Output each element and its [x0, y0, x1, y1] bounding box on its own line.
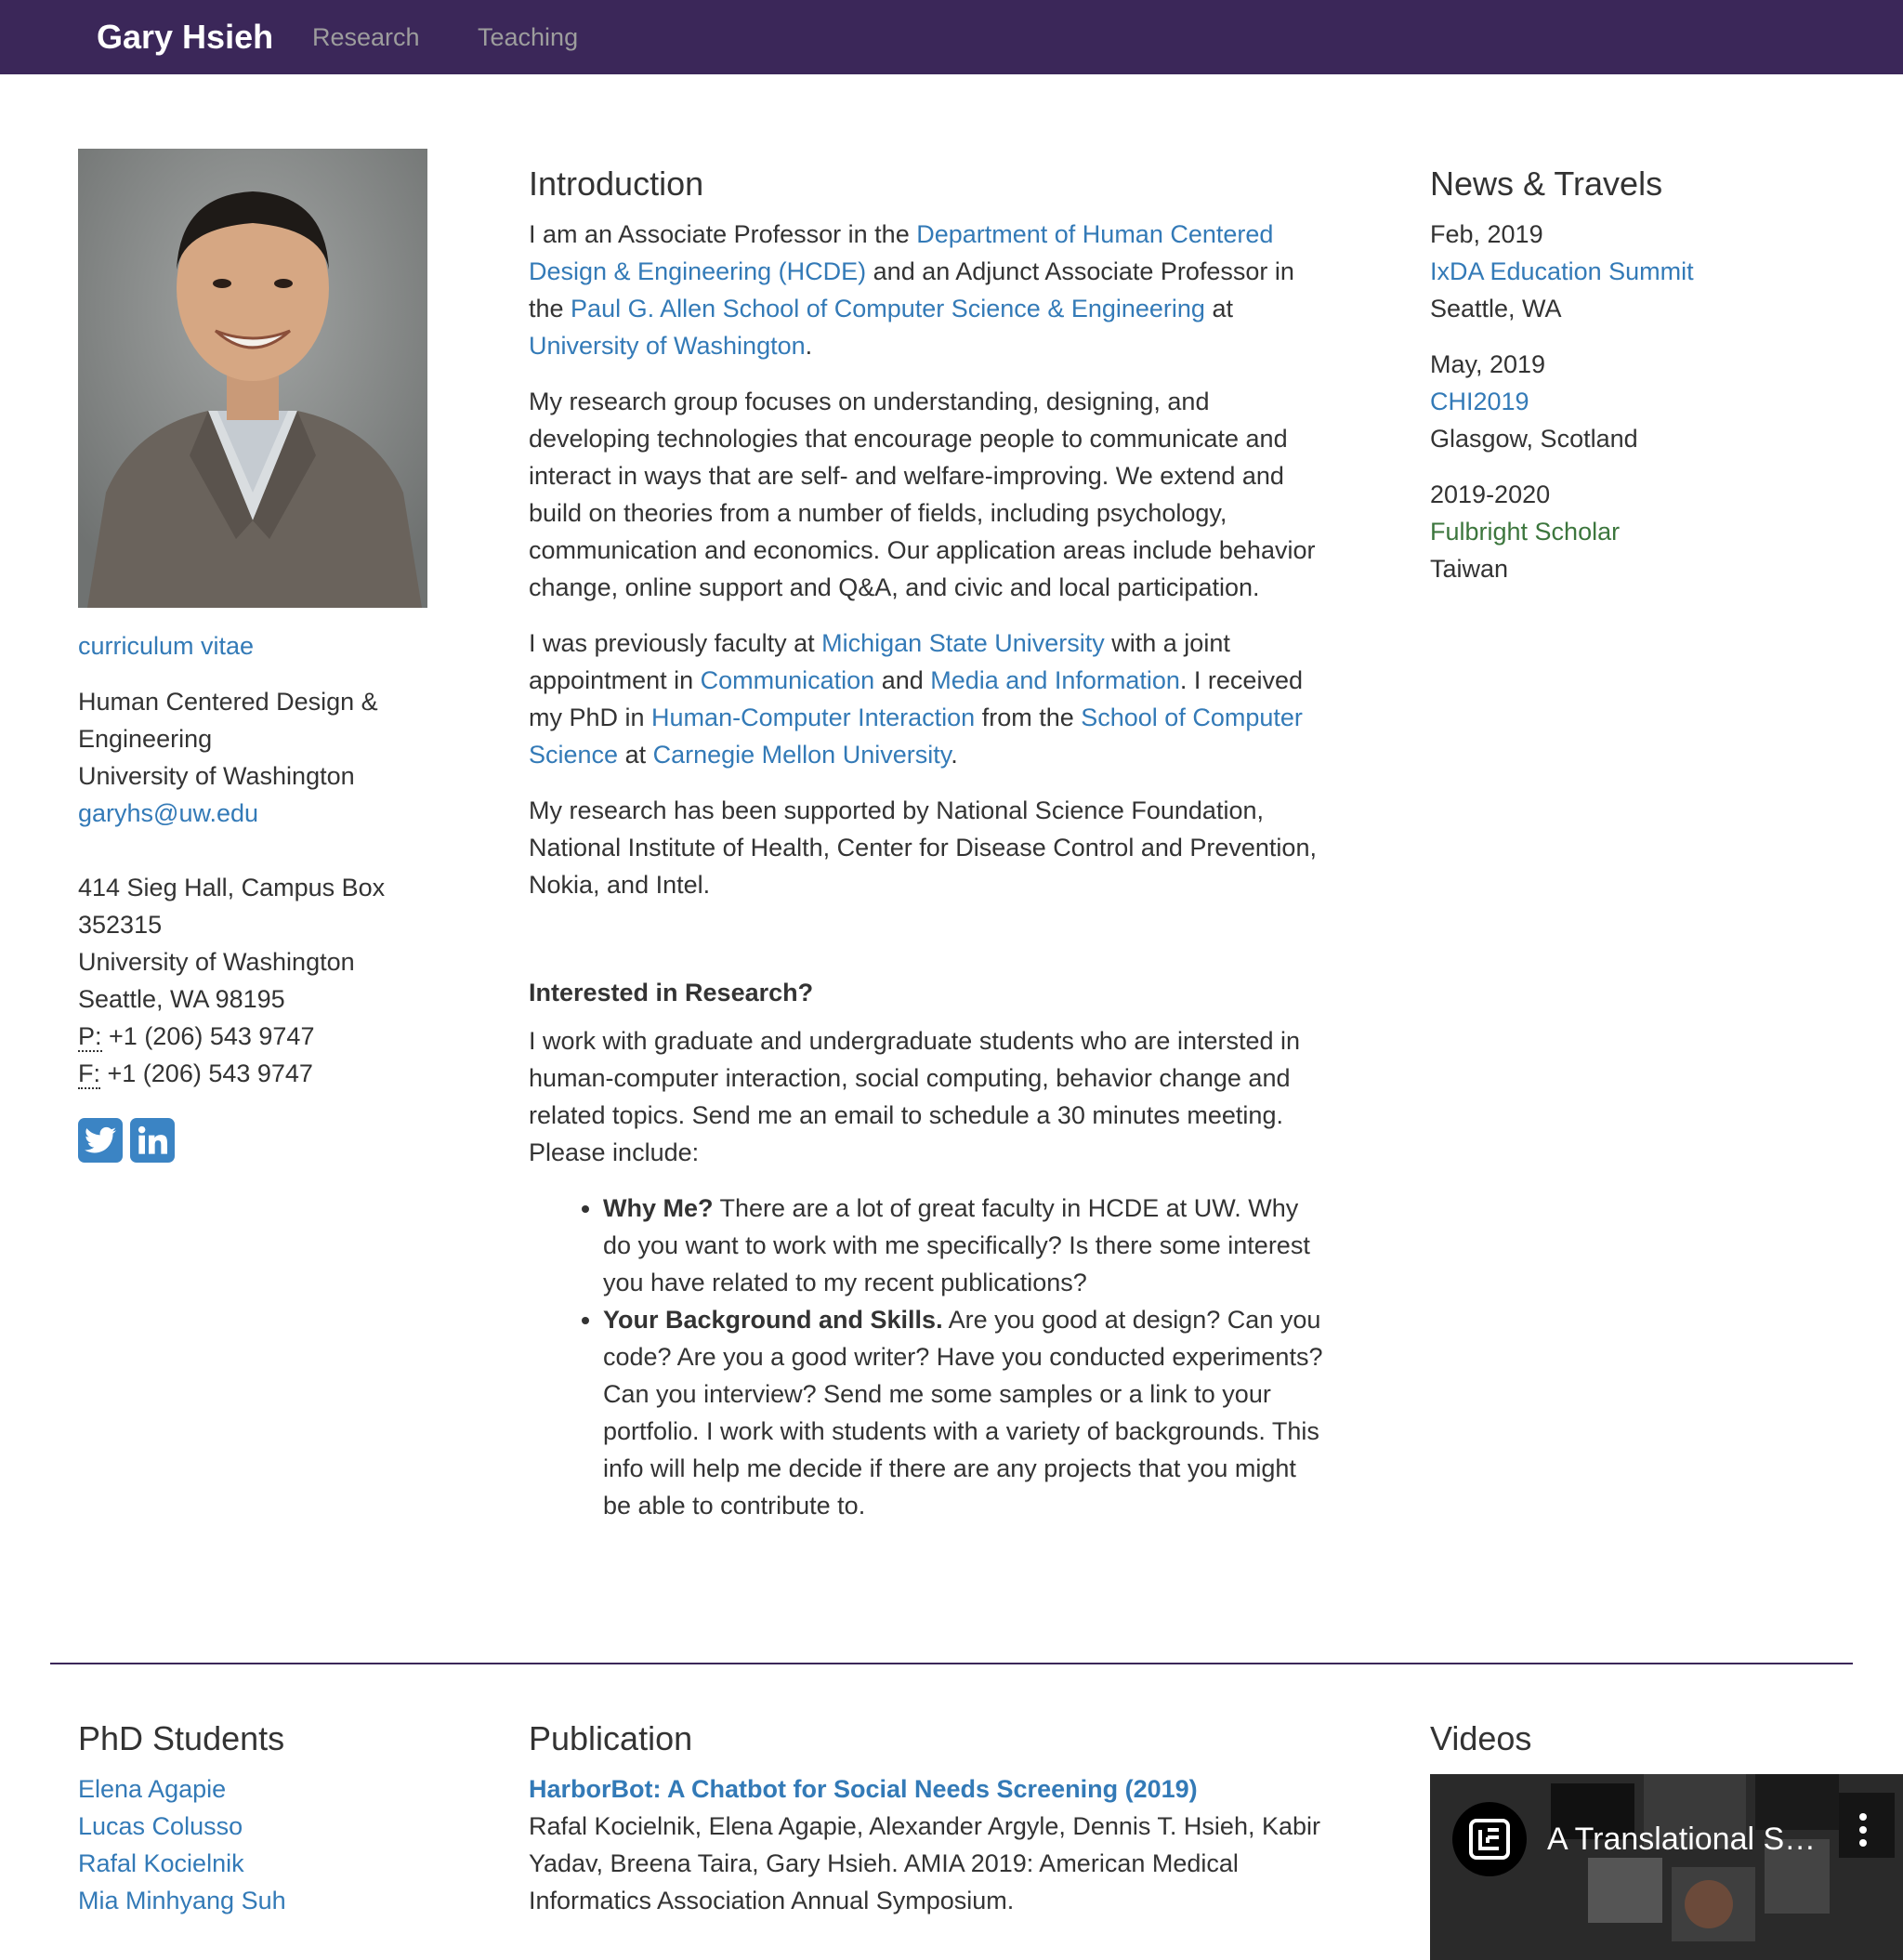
news-date: Feb, 2019 [1430, 220, 1543, 248]
twitter-icon[interactable] [78, 1118, 123, 1163]
address-line-3: University of Washington [78, 948, 355, 976]
address-line-2: 352315 [78, 911, 163, 939]
student-link[interactable]: Elena Agapie [78, 1770, 431, 1808]
communication-link[interactable]: Communication [701, 666, 875, 694]
nav-teaching-link[interactable]: Teaching [478, 19, 578, 56]
more-options-icon[interactable] [1857, 1811, 1869, 1859]
university-name: University of Washington [78, 762, 355, 790]
social-links [78, 1118, 431, 1163]
channel-logo-icon[interactable] [1452, 1802, 1527, 1876]
site-brand[interactable]: Gary Hsieh [97, 17, 273, 58]
address-line-1: 414 Sieg Hall, Campus Box [78, 874, 386, 901]
publication-title-link[interactable]: HarborBot: A Chatbot for Social Needs Sc… [529, 1770, 1328, 1808]
intro-paragraph-2: My research group focuses on understandi… [529, 388, 1316, 601]
news-date: May, 2019 [1430, 350, 1546, 378]
intro-paragraph-1: I am an Associate Professor in the Depar… [529, 220, 1294, 360]
news-title-link[interactable]: Fulbright Scholar [1430, 518, 1620, 546]
news-title-link[interactable]: IxDA Education Summit [1430, 257, 1694, 285]
nav-research-link[interactable]: Research [312, 19, 420, 56]
student-link[interactable]: Rafal Kocielnik [78, 1845, 431, 1882]
news-item: Feb, 2019 IxDA Education Summit Seattle,… [1430, 216, 1839, 327]
news-title-link[interactable]: CHI2019 [1430, 388, 1529, 415]
intro-paragraph-4: My research has been supported by Nation… [529, 796, 1317, 899]
publication-heading: Publication [529, 1719, 693, 1757]
msu-link[interactable]: Michigan State University [821, 629, 1105, 657]
fax-number: +1 (206) 543 9747 [107, 1059, 313, 1087]
linkedin-icon[interactable] [130, 1118, 175, 1163]
contact-sidebar: curriculum vitae Human Centered Design &… [78, 627, 431, 1163]
cv-link[interactable]: curriculum vitae [78, 632, 254, 660]
list-item: Why Me? There are a lot of great faculty… [603, 1190, 1328, 1301]
fax-label: F: [78, 1059, 100, 1089]
media-information-link[interactable]: Media and Information [930, 666, 1180, 694]
videos-section: Videos A Translational S… [1430, 1715, 1903, 1960]
student-link[interactable]: Lucas Colusso [78, 1808, 431, 1845]
section-divider [50, 1663, 1853, 1664]
research-heading: Interested in Research? [529, 979, 814, 1006]
introduction-heading: Introduction [529, 164, 704, 203]
address-line-4: Seattle, WA 98195 [78, 985, 285, 1013]
news-place: Glasgow, Scotland [1430, 425, 1638, 453]
publication-section: Publication HarborBot: A Chatbot for Soc… [529, 1715, 1328, 1919]
video-player[interactable]: A Translational S… [1430, 1774, 1903, 1960]
list-item: Your Background and Skills. Are you good… [603, 1301, 1328, 1524]
requirements-list: Why Me? There are a lot of great faculty… [529, 1190, 1328, 1524]
news-item: May, 2019 CHI2019 Glasgow, Scotland [1430, 346, 1839, 457]
department-line-1: Human Centered Design & [78, 688, 378, 716]
hci-link[interactable]: Human-Computer Interaction [651, 704, 975, 731]
news-item: 2019-2020 Fulbright Scholar Taiwan [1430, 476, 1839, 587]
news-place: Seattle, WA [1430, 295, 1562, 322]
profile-photo [78, 149, 427, 608]
videos-heading: Videos [1430, 1719, 1532, 1757]
phone-label: P: [78, 1022, 102, 1052]
news-place: Taiwan [1430, 555, 1509, 583]
introduction-section: Introduction I am an Associate Professor… [529, 160, 1328, 1524]
email-link[interactable]: garyhs@uw.edu [78, 799, 258, 827]
publication-citation: Rafal Kocielnik, Elena Agapie, Alexander… [529, 1812, 1320, 1914]
news-date: 2019-2020 [1430, 480, 1551, 508]
news-section: News & Travels Feb, 2019 IxDA Education … [1430, 160, 1839, 606]
phd-students-heading: PhD Students [78, 1719, 285, 1757]
department-line-2: Engineering [78, 725, 213, 753]
video-title[interactable]: A Translational S… [1547, 1819, 1816, 1860]
uw-link[interactable]: University of Washington [529, 332, 806, 360]
phone-number: +1 (206) 543 9747 [109, 1022, 315, 1050]
intro-paragraph-3: I was previously faculty at Michigan Sta… [529, 629, 1303, 769]
phd-students-section: PhD Students Elena Agapie Lucas Colusso … [78, 1715, 431, 1919]
student-link[interactable]: Mia Minhyang Suh [78, 1882, 431, 1919]
news-heading: News & Travels [1430, 164, 1663, 203]
allen-school-link[interactable]: Paul G. Allen School of Computer Science… [571, 295, 1205, 322]
top-navbar: Gary Hsieh Research Teaching [0, 0, 1903, 74]
cmu-link[interactable]: Carnegie Mellon University [653, 741, 952, 769]
research-paragraph: I work with graduate and undergraduate s… [529, 1027, 1301, 1166]
